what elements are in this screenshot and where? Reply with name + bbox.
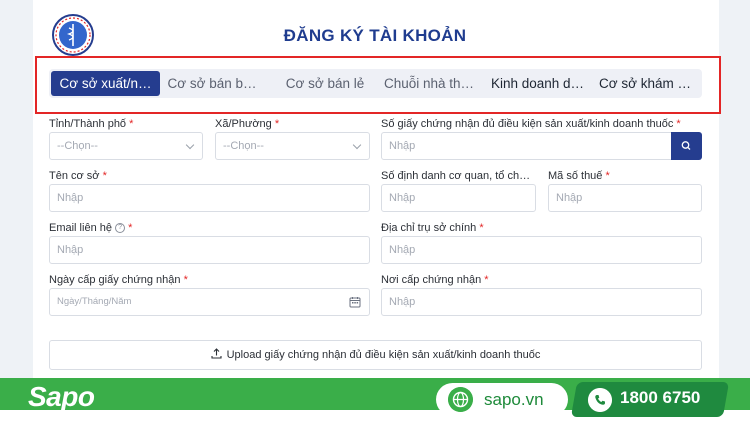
email-input[interactable]: Nhập	[49, 236, 370, 264]
ward-label: Xã/Phường *	[215, 118, 280, 130]
help-icon[interactable]: ?	[115, 223, 126, 234]
globe-icon	[448, 387, 473, 412]
calendar-icon[interactable]	[349, 296, 361, 308]
upload-certificate-button[interactable]: Upload giấy chứng nhận đủ điều kiện sản …	[49, 340, 702, 370]
tab-wholesale[interactable]: Cơ sở bán b…	[163, 69, 261, 98]
tab-clinic[interactable]: Cơ sở khám …	[595, 69, 695, 98]
chevron-down-icon	[352, 140, 362, 150]
search-icon	[681, 141, 691, 150]
tax-code-label: Mã số thuế *	[548, 170, 610, 182]
website-text: sapo.vn	[484, 390, 544, 409]
facility-name-label: Tên cơ sở *	[49, 170, 107, 182]
issue-date-label: Ngày cấp giấy chứng nhận *	[49, 274, 188, 286]
phone-icon	[588, 388, 612, 412]
phone-number: 1800 6750	[620, 388, 701, 407]
tax-code-input[interactable]: Nhập	[548, 184, 702, 212]
issue-place-label: Nơi cấp chứng nhận *	[381, 274, 489, 286]
search-button[interactable]	[671, 132, 702, 160]
issue-place-input[interactable]: Nhập	[381, 288, 702, 316]
tab-business[interactable]: Kinh doanh d…	[487, 69, 588, 98]
sapo-logo: Sapo	[28, 381, 95, 412]
agency-id-input[interactable]: Nhập	[381, 184, 536, 212]
page-title: ĐĂNG KÝ TÀI KHOẢN	[283, 26, 467, 45]
address-input[interactable]: Nhập	[381, 236, 702, 264]
tab-retail[interactable]: Cơ sở bán lẻ	[275, 69, 375, 98]
email-label: Email liên hệ ? *	[49, 222, 133, 234]
province-select[interactable]: --Chọn--	[49, 132, 203, 160]
tab-pharmacy-chain[interactable]: Chuỗi nhà th…	[379, 69, 479, 98]
issue-date-input[interactable]: Ngày/Tháng/Năm	[49, 288, 370, 316]
agency-id-label: Số định danh cơ quan, tổ ch…	[381, 170, 531, 182]
upload-icon	[211, 348, 222, 359]
facility-type-tabs: Cơ sở xuất/n… Cơ sở bán b… Cơ sở bán lẻ …	[49, 69, 702, 98]
certificate-input[interactable]: Nhập	[381, 132, 672, 160]
province-label: Tỉnh/Thành phố *	[49, 118, 134, 130]
ward-select[interactable]: --Chọn--	[215, 132, 370, 160]
tab-manufacturing[interactable]: Cơ sở xuất/n…	[51, 71, 160, 96]
website-pill[interactable]: sapo.vn	[436, 383, 568, 416]
facility-name-input[interactable]: Nhập	[49, 184, 370, 212]
chevron-down-icon	[185, 140, 195, 150]
address-label: Địa chỉ trụ sở chính *	[381, 222, 484, 234]
certificate-label: Số giấy chứng nhận đủ điều kiện sản xuất…	[381, 118, 681, 130]
